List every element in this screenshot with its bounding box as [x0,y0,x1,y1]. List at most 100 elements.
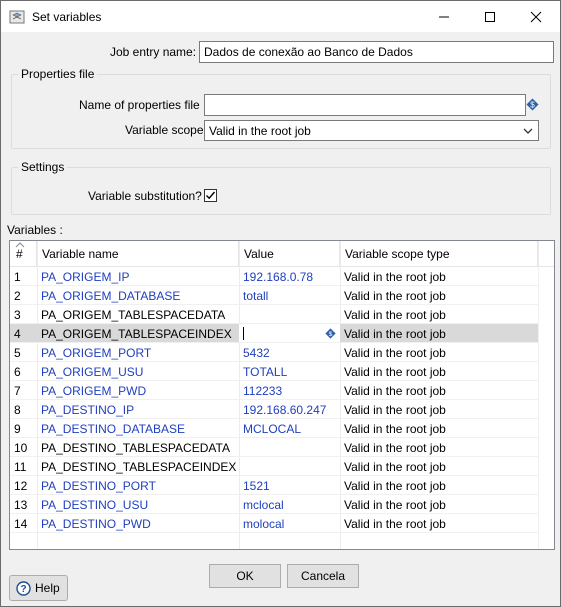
table-row[interactable]: 5 PA_ORIGEM_PORT 5432 Valid in the root job [10,343,538,362]
row-number[interactable]: 11 [10,457,37,476]
table-row[interactable]: 13 PA_DESTINO_USU mclocal Valid in the root… [10,495,538,514]
variable-scope-cell[interactable]: Valid in the root job [340,362,538,381]
job-entry-name-input[interactable]: Dados de conexão ao Banco de Dados [199,41,554,63]
variable-icon[interactable]: $ [325,328,336,339]
window-title: Set variables [32,10,102,24]
value-cell[interactable]: $ [239,324,340,342]
value-cell[interactable]: MCLOCAL [239,419,340,438]
value-cell[interactable]: 192.168.60.247 [239,400,340,419]
sort-indicator-icon [15,242,25,248]
variable-scope-cell[interactable]: Valid in the root job [340,381,538,400]
variable-scope-cell[interactable]: Valid in the root job [340,324,538,343]
ok-button[interactable]: OK [209,564,281,588]
table-row[interactable]: 14 PA_DESTINO_PWD molocal Valid in the root… [10,514,538,533]
row-number[interactable]: 5 [10,343,37,362]
variables-label: Variables : [7,223,63,237]
variable-substitution-checkbox[interactable] [204,189,217,202]
table-row[interactable]: 8 PA_DESTINO_IP 192.168.60.247 Valid in the… [10,400,538,419]
variable-scope-cell[interactable]: Valid in the root job [340,305,538,324]
checkmark-icon [206,191,216,200]
properties-file-input[interactable] [204,94,526,116]
table-row[interactable]: 6 PA_ORIGEM_USU TOTALL Valid in the root jo… [10,362,538,381]
variable-icon[interactable]: $ [526,98,539,111]
job-entry-name-label: Job entry name: [110,45,197,59]
variable-name-cell[interactable]: PA_ORIGEM_DATABASE [37,286,239,305]
set-variables-dialog: Set variables Job entry name: Dados de c… [0,0,561,607]
variable-scope-cell[interactable]: Valid in the root job [340,495,538,514]
variable-name-cell[interactable]: PA_ORIGEM_IP [37,267,239,286]
properties-file-group-title: Properties file [18,67,98,81]
value-cell[interactable]: 112233 [239,381,340,400]
app-icon [9,10,25,24]
value-cell[interactable] [239,305,340,324]
table-row[interactable]: 1 PA_ORIGEM_IP 192.168.0.78 Valid in the ro… [10,267,538,286]
row-number[interactable]: 8 [10,400,37,419]
header-variable-scope-type[interactable]: Variable scope type [340,241,538,267]
table-row[interactable]: 7 PA_ORIGEM_PWD 112233 Valid in the root jo… [10,381,538,400]
table-row[interactable]: 4 PA_ORIGEM_TABLESPACEINDEX $ Valid in the … [10,324,538,343]
value-cell[interactable] [239,457,340,476]
variable-name-cell[interactable]: PA_DESTINO_USU [37,495,239,514]
header-value[interactable]: Value [239,241,340,267]
variable-name-cell[interactable]: PA_DESTINO_DATABASE [37,419,239,438]
value-cell[interactable]: molocal [239,514,340,533]
row-number[interactable]: 9 [10,419,37,438]
row-number[interactable]: 14 [10,514,37,533]
row-number[interactable]: 1 [10,267,37,286]
table-row[interactable]: 3 PA_ORIGEM_TABLESPACEDATA Valid in the ro… [10,305,538,324]
row-number[interactable]: 10 [10,438,37,457]
close-button[interactable] [513,1,559,32]
variable-scope-cell[interactable]: Valid in the root job [340,419,538,438]
help-button[interactable]: ? Help [9,575,68,601]
variable-scope-cell[interactable]: Valid in the root job [340,457,538,476]
variable-name-cell[interactable]: PA_ORIGEM_USU [37,362,239,381]
variable-scope-label: Variable scope [125,123,204,137]
settings-group-title: Settings [18,160,68,174]
variable-scope-cell[interactable]: Valid in the root job [340,438,538,457]
row-number[interactable]: 12 [10,476,37,495]
variable-scope-cell[interactable]: Valid in the root job [340,343,538,362]
header-variable-name[interactable]: Variable name [37,241,239,267]
value-cell[interactable]: mclocal [239,495,340,514]
variable-scope-value: Valid in the root job [209,124,311,138]
variable-scope-cell[interactable]: Valid in the root job [340,267,538,286]
variable-name-cell[interactable]: PA_ORIGEM_TABLESPACEDATA [37,305,239,324]
value-cell[interactable]: 192.168.0.78 [239,267,340,286]
value-cell[interactable]: TOTALL [239,362,340,381]
variable-name-cell[interactable]: PA_ORIGEM_TABLESPACEINDEX [37,324,239,343]
table-scroll-area[interactable] [538,267,554,549]
value-cell[interactable]: 5432 [239,343,340,362]
value-cell[interactable]: 1521 [239,476,340,495]
value-cell[interactable]: totall [239,286,340,305]
row-number[interactable]: 2 [10,286,37,305]
table-row[interactable]: 10 PA_DESTINO_TABLESPACEDATA Valid in the … [10,438,538,457]
variable-name-cell[interactable]: PA_DESTINO_TABLESPACEINDEX [37,457,239,476]
row-number[interactable]: 3 [10,305,37,324]
row-number[interactable]: 4 [10,324,37,343]
variable-scope-select[interactable]: Valid in the root job [204,120,539,141]
variable-name-cell[interactable]: PA_DESTINO_PORT [37,476,239,495]
row-number[interactable]: 13 [10,495,37,514]
svg-text:$: $ [329,331,333,338]
table-row[interactable]: 9 PA_DESTINO_DATABASE MCLOCAL Valid in the … [10,419,538,438]
maximize-button[interactable] [467,1,513,32]
variable-scope-cell[interactable]: Valid in the root job [340,286,538,305]
variables-table: # Variable name Value Variable scope typ… [9,240,555,550]
variable-name-cell[interactable]: PA_ORIGEM_PWD [37,381,239,400]
minimize-button[interactable] [421,1,467,32]
row-number[interactable]: 7 [10,381,37,400]
variable-scope-cell[interactable]: Valid in the root job [340,476,538,495]
value-cell[interactable] [239,438,340,457]
cancel-button[interactable]: Cancela [287,564,359,588]
variable-name-cell[interactable]: PA_ORIGEM_PORT [37,343,239,362]
minimize-icon [439,16,449,17]
variable-scope-cell[interactable]: Valid in the root job [340,400,538,419]
row-number[interactable]: 6 [10,362,37,381]
variable-name-cell[interactable]: PA_DESTINO_PWD [37,514,239,533]
variable-name-cell[interactable]: PA_DESTINO_IP [37,400,239,419]
variable-scope-cell[interactable]: Valid in the root job [340,514,538,533]
table-row[interactable]: 12 PA_DESTINO_PORT 1521 Valid in the root j… [10,476,538,495]
variable-name-cell[interactable]: PA_DESTINO_TABLESPACEDATA [37,438,239,457]
table-row[interactable]: 2 PA_ORIGEM_DATABASE totall Valid in the ro… [10,286,538,305]
table-row[interactable]: 11 PA_DESTINO_TABLESPACEINDEX Valid in the… [10,457,538,476]
